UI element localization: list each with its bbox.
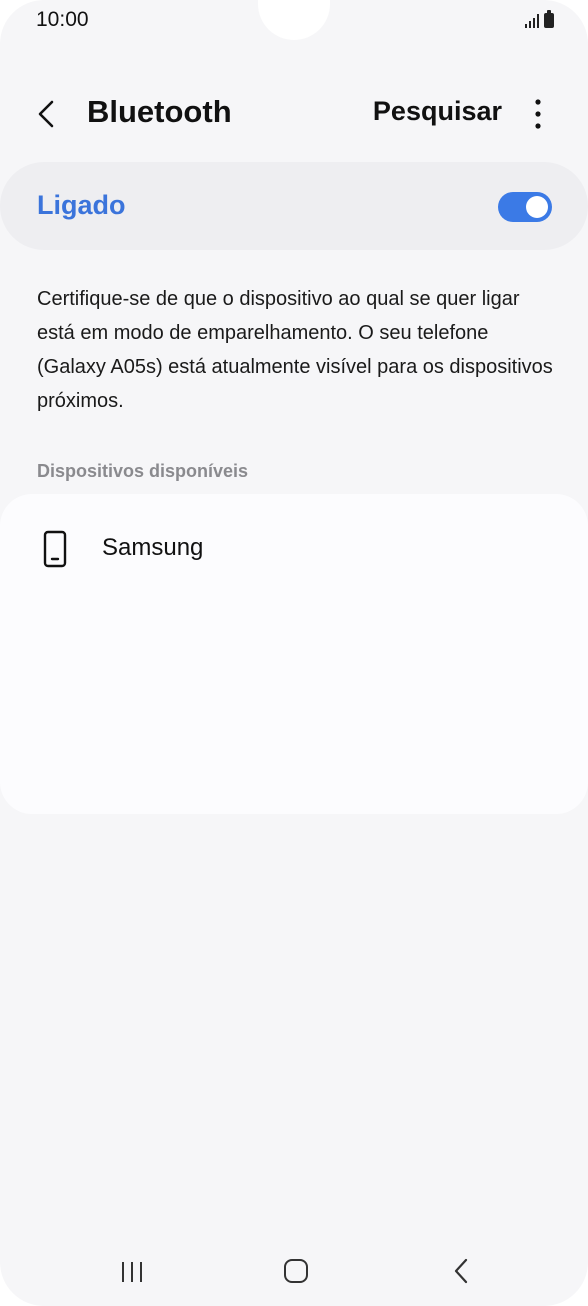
device-item-samsung[interactable]: Samsung <box>0 514 588 584</box>
phone-screen: 10:00 Bluetooth Pesquisar Ligado Certifi… <box>0 0 588 1306</box>
bluetooth-state-label: Ligado <box>37 190 126 220</box>
search-button[interactable]: Pesquisar <box>373 96 502 127</box>
smartphone-icon <box>43 530 67 568</box>
system-navigation-bar <box>0 1238 588 1304</box>
status-icons <box>525 10 554 28</box>
available-devices-heading: Dispositivos disponíveis <box>37 461 249 481</box>
camera-notch <box>258 0 330 40</box>
nav-back-icon[interactable] <box>442 1254 482 1290</box>
recent-apps-icon[interactable] <box>112 1254 152 1290</box>
back-arrow-icon[interactable] <box>30 96 66 132</box>
status-time: 10:00 <box>36 8 89 31</box>
battery-icon <box>544 10 554 28</box>
signal-icon <box>525 12 539 28</box>
bluetooth-switch[interactable] <box>498 192 552 222</box>
available-devices-list: Samsung <box>0 494 588 814</box>
pairing-description: Certifique-se de que o dispositivo ao qu… <box>37 288 553 412</box>
home-icon[interactable] <box>276 1254 316 1290</box>
more-options-icon[interactable] <box>524 96 552 132</box>
switch-knob <box>526 196 548 218</box>
bluetooth-toggle-card[interactable]: Ligado <box>0 162 588 250</box>
app-header: Bluetooth Pesquisar <box>0 82 588 146</box>
device-name: Samsung <box>102 534 204 561</box>
page-title: Bluetooth <box>87 94 232 129</box>
